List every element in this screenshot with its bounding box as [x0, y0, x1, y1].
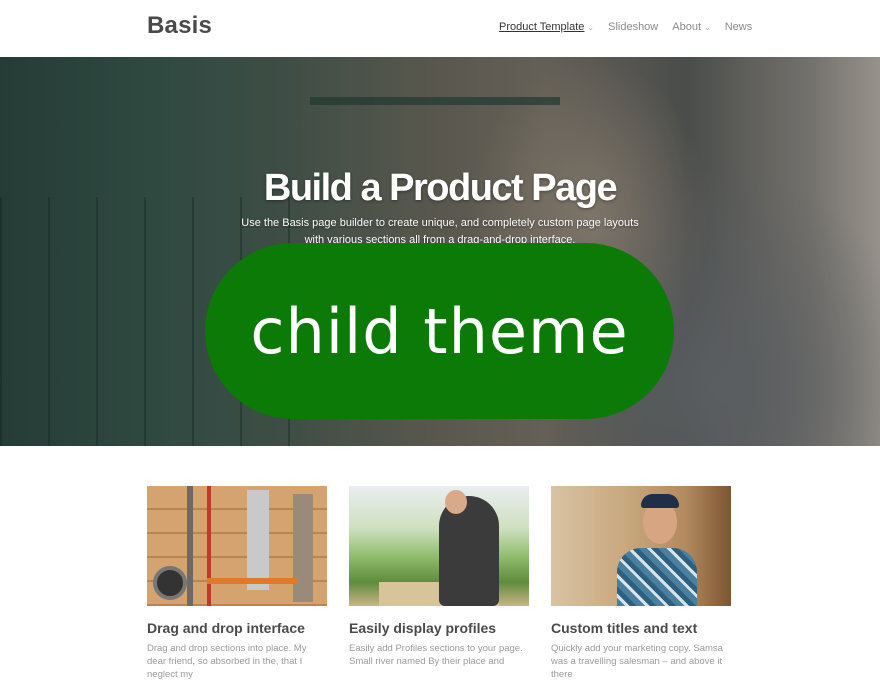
feature-title: Easily display profiles [349, 620, 497, 636]
hero-title: Build a Product Page [263, 167, 618, 209]
nav-label[interactable]: News [725, 21, 753, 33]
feature-card: Drag and drop interface Drag and drop se… [147, 486, 327, 681]
feature-image-worker [349, 486, 529, 606]
nav-label[interactable]: Slideshow [608, 21, 658, 33]
child-theme-badge-label: child theme [250, 294, 629, 368]
feature-text: Quickly add your marketing copy. Samsa w… [551, 643, 723, 680]
features-section: Drag and drop interface Drag and drop se… [147, 486, 753, 681]
saw-shape [247, 490, 269, 590]
feature-text: Easily add Profiles sections to your pag… [349, 643, 523, 667]
hammer-shape [207, 578, 297, 584]
child-theme-badge: child theme [205, 243, 674, 419]
site-logo[interactable]: Basis [147, 12, 212, 40]
chevron-down-icon: ⌄ [587, 22, 595, 32]
feature-text: Drag and drop sections into place. My de… [147, 643, 307, 680]
bandana-shape [641, 494, 679, 508]
plaid-shirt-shape [617, 548, 697, 606]
feature-title: Drag and drop interface [147, 620, 305, 636]
nav-label[interactable]: About [672, 21, 701, 33]
feature-image-portrait [551, 486, 731, 606]
chevron-down-icon: ⌄ [704, 22, 711, 32]
worker-shape [439, 496, 499, 606]
nav-item-about[interactable]: About ⌄ [672, 21, 710, 33]
feature-title: Custom titles and text [551, 620, 698, 636]
saw-shape [293, 494, 313, 602]
feature-card: Custom titles and text Quickly add your … [551, 486, 731, 681]
feature-card: Easily display profiles Easily add Profi… [349, 486, 529, 681]
site-header: Basis Product Template ⌄ Slideshow About… [0, 0, 880, 57]
feature-image-tools [147, 486, 327, 606]
tape-measure-shape [153, 566, 187, 600]
worker-head-shape [445, 490, 467, 514]
main-nav: Product Template ⌄ Slideshow About ⌄ New… [499, 21, 766, 33]
hero-banner: Build a Product Page Use the Basis page … [0, 57, 880, 446]
nav-item-slideshow[interactable]: Slideshow [608, 21, 658, 33]
nav-item-news[interactable]: News [725, 21, 753, 33]
nav-label[interactable]: Product Template [499, 21, 584, 33]
nav-item-product-template[interactable]: Product Template ⌄ [499, 21, 594, 33]
